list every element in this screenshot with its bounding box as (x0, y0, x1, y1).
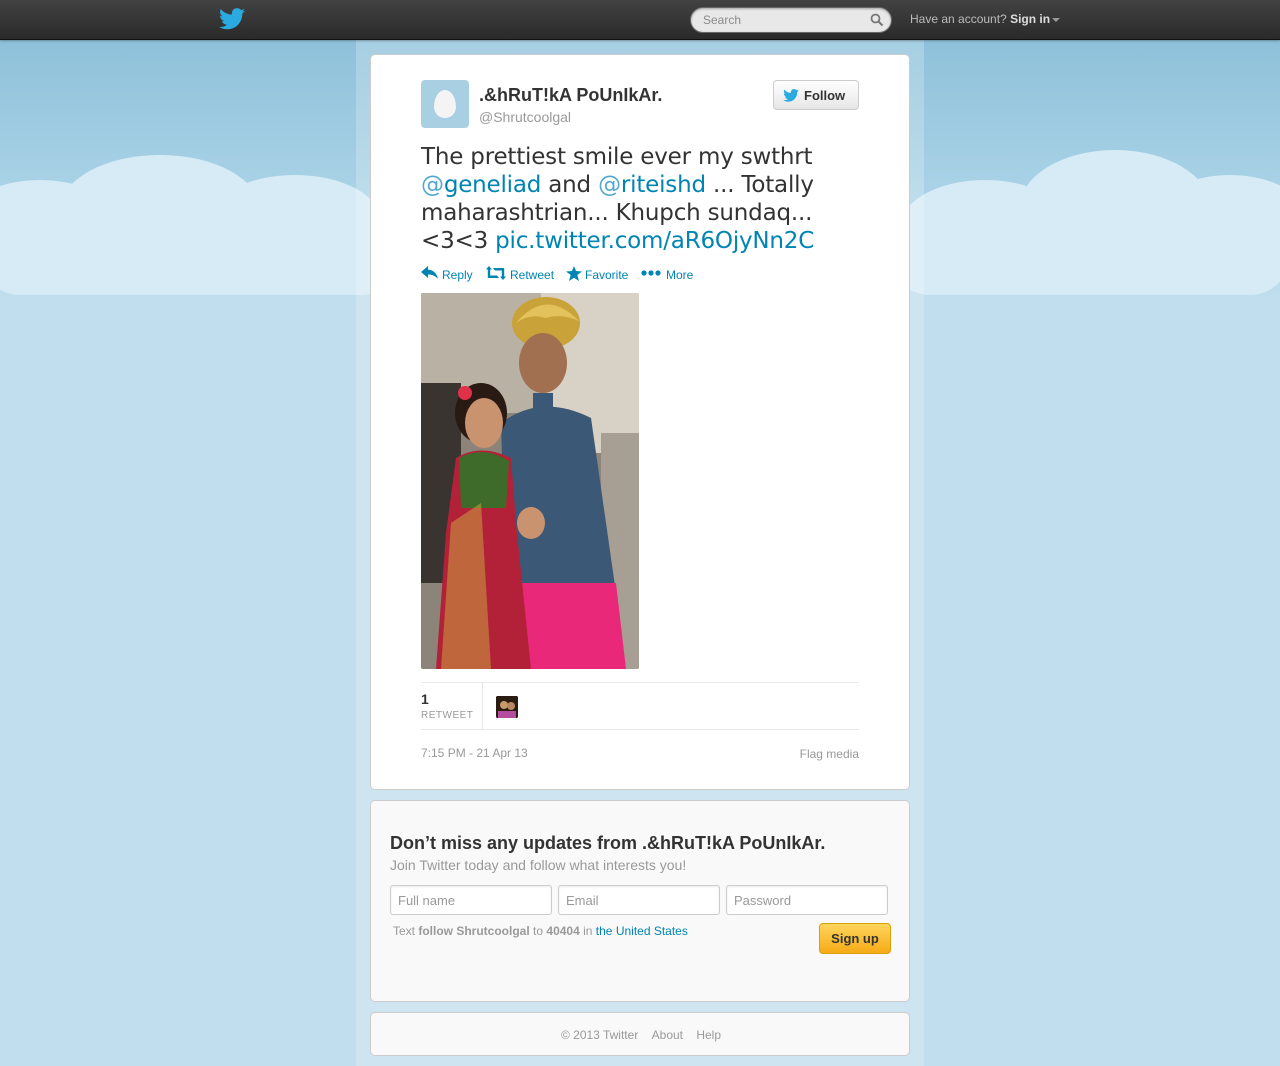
about-link[interactable]: About (652, 1028, 683, 1042)
follow-button[interactable]: Follow (773, 80, 859, 110)
signin-menu[interactable]: Have an account? Sign in (910, 12, 1061, 26)
full-name-field[interactable] (390, 885, 552, 915)
reply-label: Reply (442, 268, 473, 282)
more-label: More (666, 268, 694, 282)
sign-up-button[interactable]: Sign up (819, 923, 891, 954)
retweet-count[interactable]: 1 (421, 691, 429, 707)
mention-name: riteishd (620, 172, 706, 198)
help-link[interactable]: Help (696, 1028, 721, 1042)
sms-command: follow Shrutcoolgal (418, 924, 530, 938)
tweet-text: The prettiest smile ever my swthrt @gene… (421, 143, 821, 255)
sign-in-link[interactable]: Sign in (1010, 12, 1050, 26)
twitter-bird-icon (783, 89, 799, 102)
top-navigation-bar: Have an account? Sign in (0, 0, 1280, 40)
password-field[interactable] (726, 885, 888, 915)
email-field[interactable] (558, 885, 720, 915)
cloud (890, 215, 1280, 295)
tweet-card: .&hRuT!kA PoUnIkAr. @Shrutcoolgal Follow… (370, 54, 910, 790)
favorite-label: Favorite (585, 268, 629, 282)
divider (482, 683, 483, 729)
signup-title: Don’t miss any updates from .&hRuT!kA Po… (390, 833, 826, 853)
couple-photo-image (421, 293, 639, 669)
copyright: © 2013 Twitter (560, 1028, 639, 1042)
retweeter-avatar[interactable] (496, 696, 518, 718)
mention-link-geneliad[interactable]: @geneliad (421, 172, 541, 198)
country-link[interactable]: the United States (596, 924, 688, 938)
have-account-text: Have an account? (910, 12, 1007, 26)
footer-links: © 2013 Twitter About Help (371, 1028, 911, 1042)
user-screen-name[interactable]: @Shrutcoolgal (479, 109, 571, 125)
default-egg-avatar-icon (434, 90, 456, 118)
tweet-photo[interactable] (421, 293, 639, 669)
flag-media-link[interactable]: Flag media (800, 747, 859, 761)
at-sign: @ (598, 172, 621, 198)
user-display-name[interactable]: .&hRuT!kA PoUnIkAr. (479, 85, 662, 106)
sms-in: in (583, 924, 593, 938)
sms-number: 40404 (546, 924, 580, 938)
chevron-down-icon[interactable] (1052, 17, 1061, 22)
cloud (0, 215, 400, 295)
sms-text: Text (393, 924, 416, 938)
twitter-bird-logo-icon[interactable] (219, 8, 245, 30)
reply-arrow-icon (421, 266, 438, 279)
at-sign: @ (421, 172, 444, 198)
signup-subtitle: Join Twitter today and follow what inter… (390, 857, 687, 873)
mention-name: geneliad (443, 172, 542, 198)
avatar[interactable] (421, 80, 469, 128)
photo-link[interactable]: pic.twitter.com/aR6OjyNn2C (495, 228, 814, 254)
sms-to: to (533, 924, 544, 938)
search-input[interactable] (703, 12, 863, 28)
tweet-text-segment: The prettiest smile ever my swthrt (421, 144, 813, 170)
mention-link-riteishd[interactable]: @riteishd (598, 172, 706, 198)
follow-button-label: Follow (804, 88, 846, 103)
footer: © 2013 Twitter About Help (370, 1012, 910, 1056)
sms-follow-note: Text follow Shrutcoolgal to 40404 in the… (393, 924, 688, 938)
tweet-stats: 1 RETWEET (421, 682, 859, 730)
more-dots-icon (641, 270, 661, 276)
retweet-label: Retweet (510, 268, 555, 282)
signup-card: Don’t miss any updates from .&hRuT!kA Po… (370, 800, 910, 1002)
retweet-count-label: RETWEET (421, 710, 474, 721)
search-box[interactable] (690, 7, 892, 33)
tweet-text-segment: and (541, 172, 599, 198)
retweet-icon (486, 266, 506, 280)
tweet-timestamp[interactable]: 7:15 PM - 21 Apr 13 (421, 746, 528, 760)
retweeter-avatar-image (496, 696, 518, 718)
search-icon[interactable] (870, 13, 884, 27)
star-icon (566, 266, 582, 281)
